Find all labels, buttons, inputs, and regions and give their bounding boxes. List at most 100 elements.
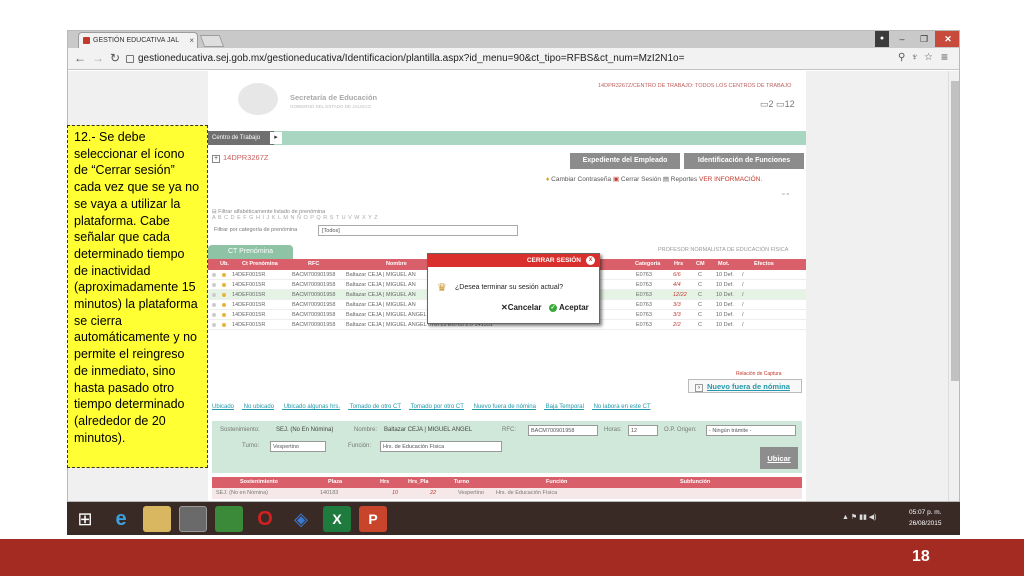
expand-icon[interactable]: + — [212, 155, 220, 163]
ct-code[interactable]: +14DPR3267Z — [212, 153, 268, 163]
plazas-table-header: Sostenimiento Plaza Hrs Hrs_Pla Turno Fu… — [212, 477, 802, 488]
logout-icon[interactable]: ▣ — [613, 176, 619, 183]
page-scrollbar[interactable] — [948, 71, 959, 501]
cell-mot: 10 Def. — [716, 312, 734, 318]
user-icon[interactable]: ● — [875, 31, 889, 47]
turno-select[interactable]: Vespertino — [270, 441, 326, 452]
alphabet-filter[interactable]: A B C D E F G H I J K L M N Ñ O P Q R S … — [212, 215, 378, 221]
accept-button[interactable]: ✓ Aceptar — [549, 303, 589, 312]
status-icon — [212, 273, 216, 277]
cell-ct: 14DEF0015R — [232, 282, 266, 288]
forward-icon[interactable]: → — [92, 51, 104, 65]
minimize-button[interactable]: – — [891, 31, 913, 47]
excel-icon[interactable]: X — [323, 506, 351, 532]
cell-cm: C — [698, 282, 702, 288]
legend-tomado-de[interactable]: Tomado de otro CT — [350, 404, 401, 410]
opera-icon[interactable]: O — [251, 506, 279, 532]
mini-buttons[interactable]: ▫ ▫ — [782, 191, 789, 198]
scroll-thumb[interactable] — [951, 81, 959, 381]
cell-cat: E0763 — [636, 322, 652, 328]
star-icon[interactable]: ☆ — [924, 52, 933, 63]
file-explorer-icon[interactable] — [143, 506, 171, 532]
status-icon — [212, 313, 216, 317]
reload-icon[interactable]: ↻ — [110, 51, 120, 65]
change-password-link[interactable]: Cambiar Contraseña — [551, 176, 611, 183]
maximize-button[interactable]: ❐ — [913, 31, 935, 47]
header-ct-info: 14DPR3267Z/CENTRO DE TRABAJO: TODOS LOS … — [598, 83, 792, 89]
folder-icon[interactable]: ▭ — [760, 99, 769, 109]
funciones-button[interactable]: Identificación de Funciones — [684, 153, 804, 169]
legend-baja[interactable]: Baja Temporal — [546, 404, 584, 410]
menu-icon[interactable]: ≡ — [941, 50, 948, 64]
th2-turno: Turno — [454, 479, 470, 485]
cell2-hrs: 10 — [392, 490, 399, 496]
address-bar[interactable]: gestioneducativa.sej.gob.mx/gestioneduca… — [126, 51, 926, 67]
zoom-icon[interactable]: ⚲ — [898, 52, 905, 63]
store-icon[interactable] — [215, 506, 243, 532]
close-icon[interactable]: x — [586, 256, 595, 265]
cell-cm: C — [698, 302, 702, 308]
logout-link[interactable]: Cerrar Sesión — [621, 176, 661, 183]
th2-sostenimiento: Sostenimiento — [240, 479, 278, 485]
cell-rfc: BACM700901958 — [292, 282, 336, 288]
powerpoint-icon[interactable]: P — [359, 506, 387, 532]
funcion-label: Función: — [348, 443, 372, 449]
legend-no-ubicado[interactable]: No ubicado — [244, 404, 274, 410]
relacion-link[interactable]: Relación de Captura — [736, 371, 782, 377]
funcion-select[interactable]: Hrs. de Educación Física — [380, 441, 502, 452]
windows-taskbar: ⊞ e O ◈ X P ▲ ⚑ ▮▮ ◀) 05:07 p. m. 26/08/… — [67, 502, 960, 535]
browser-tab[interactable]: GESTIÓN EDUCATIVA JAL × — [78, 32, 198, 48]
close-window-button[interactable]: ✕ — [935, 31, 959, 47]
sostenimiento-value: SEJ. (No En Nómina) — [276, 427, 334, 433]
dialog-title: CERRAR SESIÓN — [428, 254, 599, 267]
extension-icon[interactable]: ♆ — [911, 52, 919, 63]
ver-info-link[interactable]: VER INFORMACIÓN. — [699, 176, 762, 183]
legend-ubicado-algunas[interactable]: Ubicado algunas hrs. — [284, 404, 340, 410]
cancel-button[interactable]: ✕Cancelar — [501, 303, 542, 312]
legend-nuevo[interactable]: Nuevo fuera de nómina — [474, 404, 536, 410]
back-icon[interactable]: ← — [74, 51, 86, 65]
system-tray[interactable]: ▲ ⚑ ▮▮ ◀) — [842, 513, 876, 521]
cell-rfc: BACM700901958 — [292, 292, 336, 298]
ct-arrow-icon[interactable]: ▸ — [270, 132, 282, 144]
nombre-label: Nombre: — [354, 427, 378, 433]
tab-ct-premomina[interactable]: CT Prenómina — [208, 245, 293, 259]
ie-icon[interactable]: e — [107, 506, 135, 532]
cell-cm: C — [698, 272, 702, 278]
ubicar-button[interactable]: Ubicar — [760, 447, 798, 469]
cell-ef: / — [742, 272, 744, 278]
turno-label: Turno: — [242, 443, 260, 449]
cell-cat: E0763 — [636, 282, 652, 288]
gobierno-subtitle: GOBIERNO DEL ESTADO DE JALISCO — [290, 104, 372, 109]
legend-ubicado[interactable]: Ubicado — [212, 404, 234, 410]
category-select[interactable]: [Todos] — [318, 225, 518, 236]
status-icon — [212, 323, 216, 327]
origen-select[interactable]: - Ningún trámite - — [706, 425, 796, 436]
clock-date: 26/08/2015 — [909, 520, 942, 527]
tab-close-icon[interactable]: × — [189, 33, 194, 48]
horas-input[interactable]: 12 — [628, 425, 658, 436]
windows-start-icon[interactable]: ⊞ — [71, 506, 99, 532]
cell-rfc: BACM700901958 — [292, 312, 336, 318]
document-icon[interactable]: ▭ — [776, 99, 785, 109]
expediente-button[interactable]: Expediente del Empleado — [570, 153, 680, 169]
users-icon: ♛ — [437, 282, 447, 294]
shield-icon[interactable]: ◈ — [287, 506, 315, 532]
clock[interactable]: 05:07 p. m. 26/08/2015 — [909, 507, 942, 529]
nuevo-fuera-label: Nuevo fuera de nómina — [707, 382, 790, 391]
legend-tomado-por[interactable]: Tomado por otro CT — [411, 404, 464, 410]
reports-link[interactable]: Reportes — [671, 176, 697, 183]
rfc-input[interactable]: BACM700901958 — [528, 425, 598, 436]
cell-mot: 10 Def. — [716, 272, 734, 278]
cell-cat: E0763 — [636, 312, 652, 318]
chrome-icon[interactable] — [179, 506, 207, 532]
ct-label: Centro de Trabajo — [208, 131, 275, 145]
plazas-table-row[interactable]: SEJ. (No en Nómina) 140183 10 22 Vespert… — [212, 488, 802, 499]
cell-hrs: 12/22 — [673, 292, 687, 298]
legend-no-labora[interactable]: No labora en este CT — [594, 404, 651, 410]
nuevo-fuera-button[interactable]: › Nuevo fuera de nómina — [688, 379, 802, 393]
status-icon — [222, 323, 226, 327]
cell-cm: C — [698, 292, 702, 298]
th-cm: CM — [696, 261, 705, 267]
new-tab-button[interactable] — [199, 35, 225, 47]
